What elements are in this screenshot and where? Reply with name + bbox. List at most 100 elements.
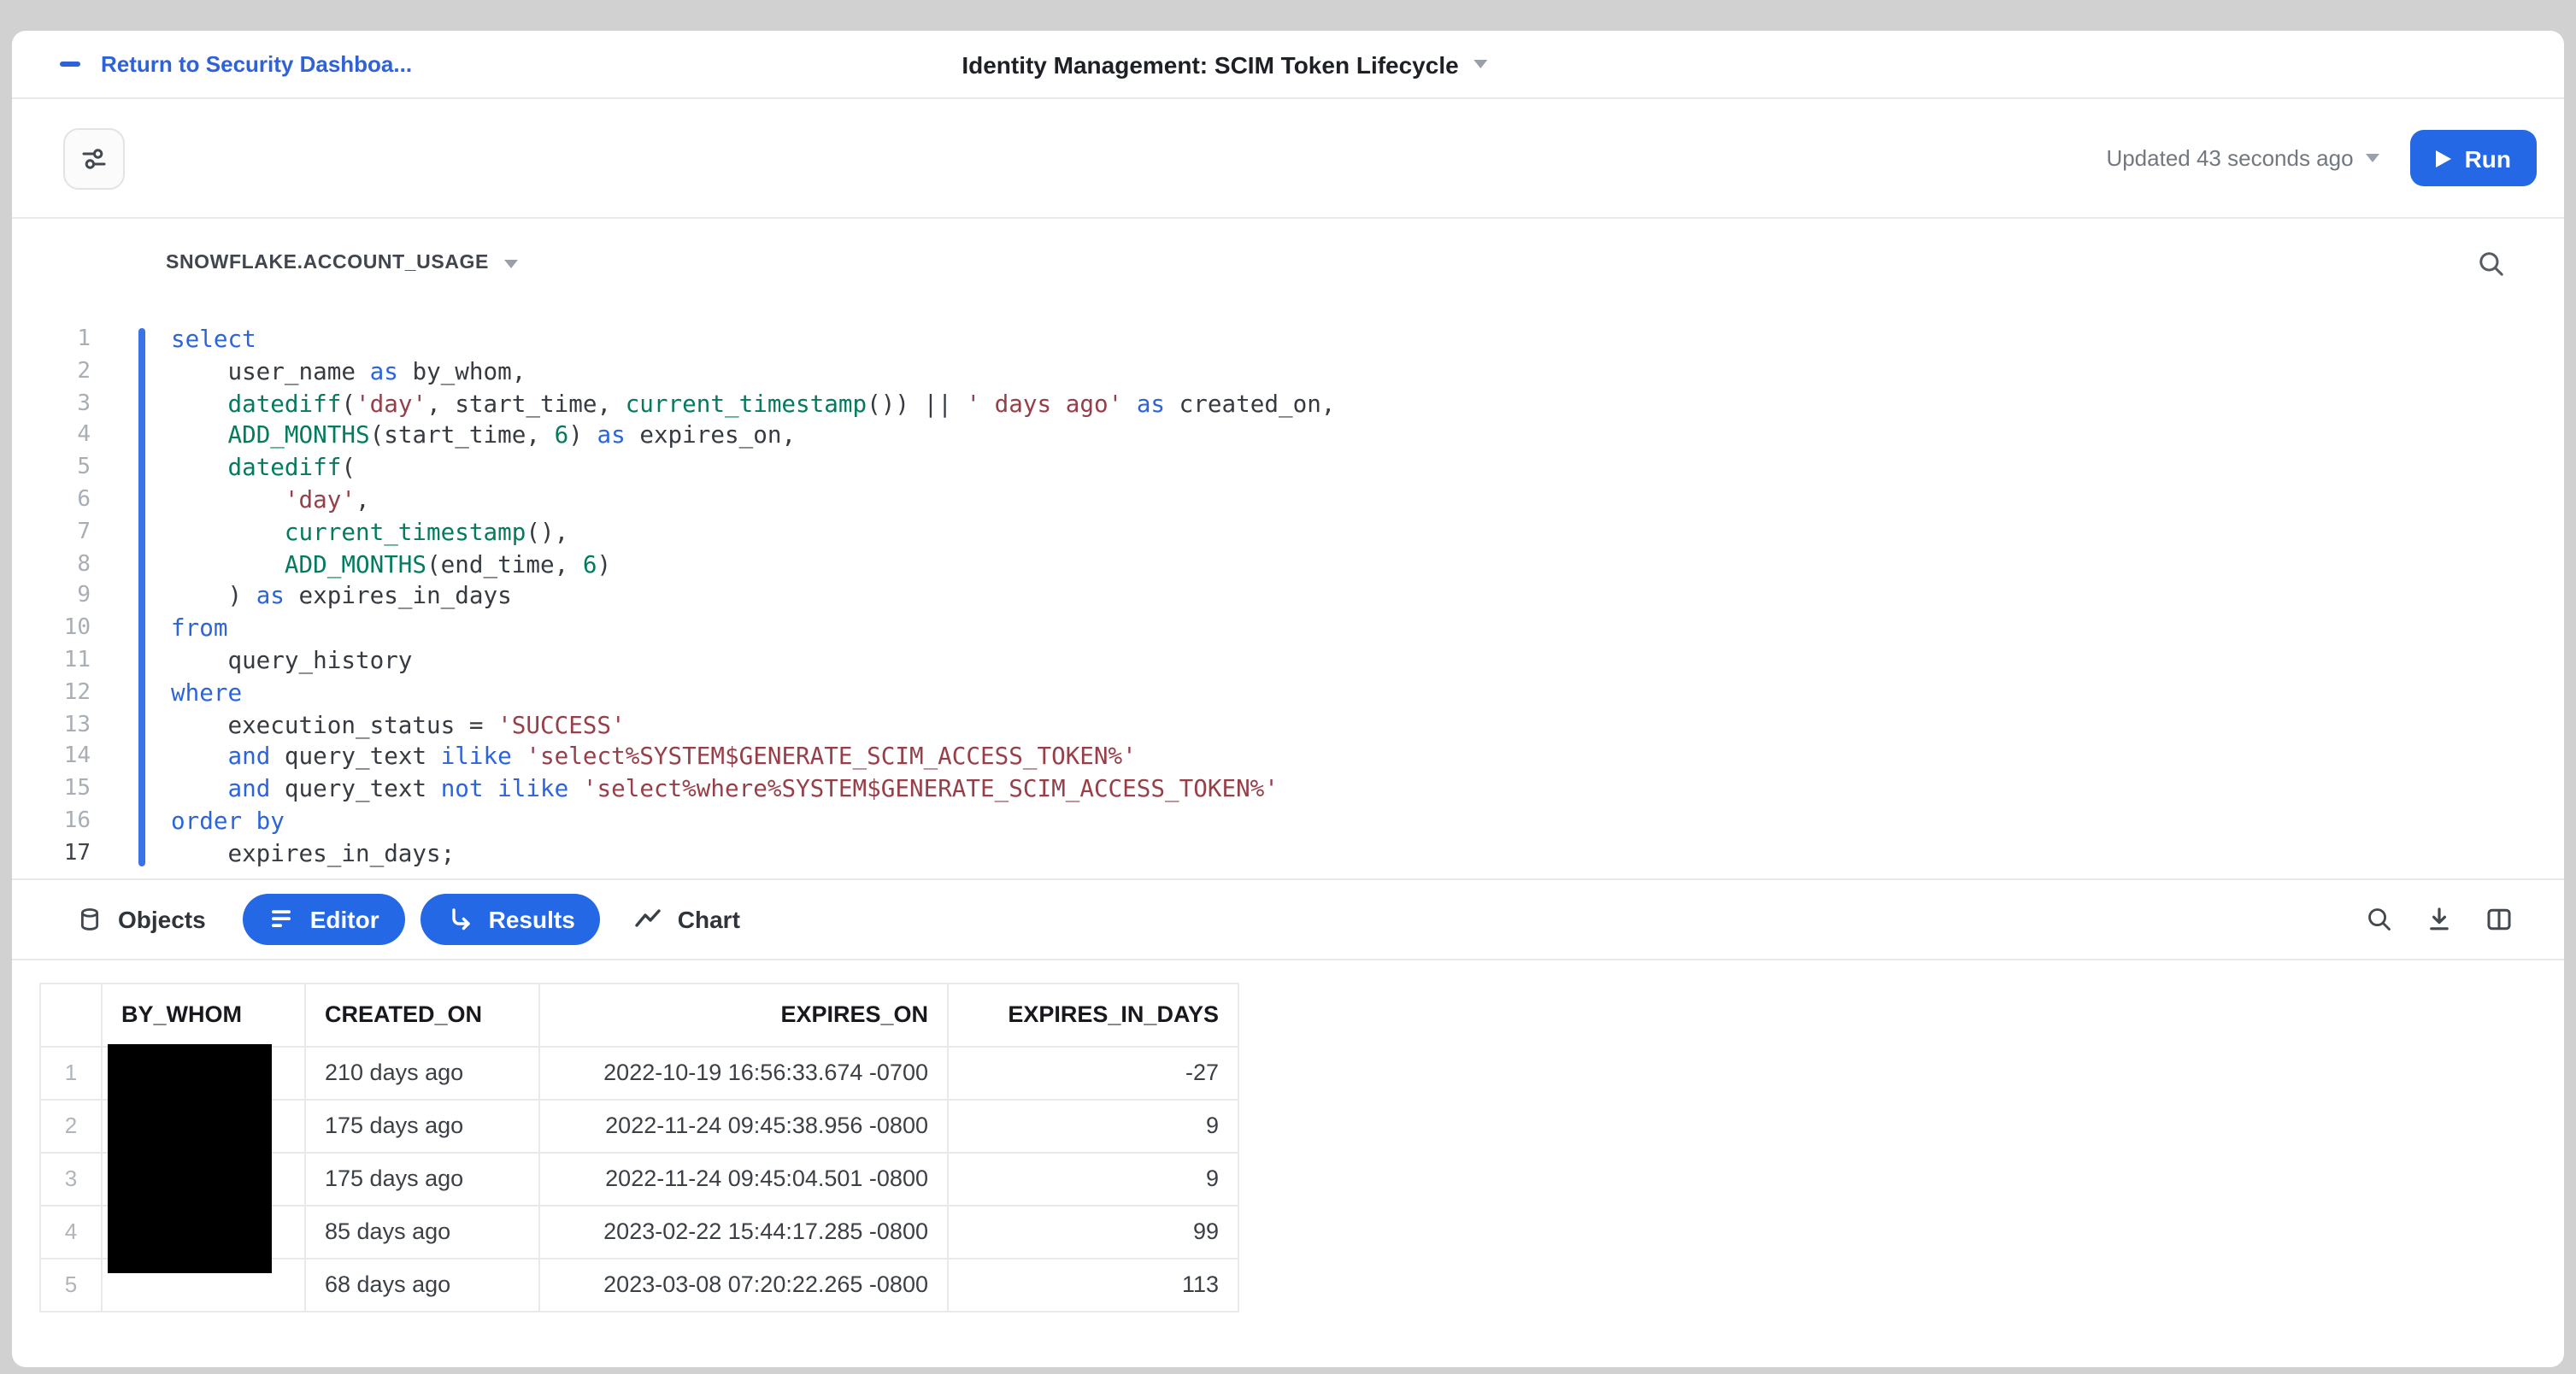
line-number: 1 — [77, 326, 91, 352]
line-number: 6 — [77, 486, 91, 513]
code-line[interactable]: 14 and query_text ilike 'select%SYSTEM$G… — [12, 743, 2564, 775]
line-number: 14 — [63, 743, 91, 770]
back-link-label[interactable]: Return to Security Dashboa... — [101, 51, 412, 77]
code-line[interactable]: 17 expires_in_days; — [12, 839, 2564, 872]
tab-editor-label: Editor — [309, 905, 379, 933]
table-header-row: BY_WHOM CREATED_ON EXPIRES_ON EXPIRES_IN_DA… — [39, 982, 1239, 1048]
code-line[interactable]: 4 ADD_MONTHS(start_time, 6) as expires_o… — [12, 421, 2564, 454]
cell-expires_on: 2022-11-24 09:45:04.501 -0800 — [538, 1151, 949, 1207]
code-line[interactable]: 12 where — [12, 678, 2564, 711]
back-to-dashboard-link[interactable]: Return to Security Dashboa... — [60, 51, 412, 77]
code-line[interactable]: 3 datediff('day', start_time, current_ti… — [12, 389, 2564, 421]
cell-expires_on: 2023-03-08 07:20:22.265 -0800 — [538, 1257, 949, 1312]
search-results-button[interactable] — [2366, 905, 2393, 932]
line-number: 12 — [63, 679, 91, 706]
header-bar: Return to Security Dashboa... Identity M… — [12, 31, 2564, 99]
download-results-button[interactable] — [2426, 905, 2453, 932]
code-text: ADD_MONTHS(end_time, 6) — [284, 551, 612, 579]
code-text: from — [171, 615, 228, 643]
code-line[interactable]: 10 from — [12, 614, 2564, 646]
sql-editor[interactable]: 1 select 2 user_name as by_whom, 3 datediff… — [12, 308, 2564, 871]
code-text: where — [171, 679, 243, 708]
tab-editor[interactable]: Editor — [243, 893, 405, 945]
chevron-down-icon — [1473, 60, 1488, 68]
code-text: ) as expires_in_days — [171, 583, 512, 611]
tab-results[interactable]: Results — [420, 893, 601, 945]
cell-expires_on: 2022-11-24 09:45:38.956 -0800 — [538, 1098, 949, 1154]
code-lines: 1 select 2 user_name as by_whom, 3 datediff… — [12, 325, 2564, 871]
code-line[interactable]: 1 select — [12, 325, 2564, 357]
page: Return to Security Dashboa... Identity M… — [0, 0, 2576, 1374]
column-header-expires_in_days[interactable]: EXPIRES_IN_DAYS — [947, 982, 1239, 1048]
redacted-by-whom-values — [108, 1043, 272, 1273]
cell-n: 3 — [39, 1151, 103, 1207]
worksheet-title-group[interactable]: Identity Management: SCIM Token Lifecycl… — [962, 31, 1488, 97]
tab-objects-label: Objects — [118, 905, 206, 933]
results-table-wrap: BY_WHOM CREATED_ON EXPIRES_ON EXPIRES_IN_DA… — [39, 982, 1239, 1312]
cell-created_on: 175 days ago — [304, 1098, 540, 1154]
cell-expires_in_days: 9 — [947, 1151, 1239, 1207]
column-header-rownum[interactable] — [39, 982, 103, 1048]
code-line[interactable]: 2 user_name as by_whom, — [12, 357, 2564, 390]
code-text: datediff('day', start_time, current_time… — [227, 390, 1336, 419]
editor-search-button[interactable] — [2477, 249, 2506, 278]
line-number: 3 — [77, 390, 91, 417]
tab-chart[interactable]: Chart — [635, 905, 740, 932]
panel-tab-strip: Objects Editor Results Chart — [12, 878, 2564, 960]
chart-line-icon — [636, 909, 662, 927]
line-number: 17 — [63, 840, 91, 866]
line-number: 16 — [63, 807, 91, 834]
code-text: current_timestamp(), — [284, 519, 569, 547]
cell-expires_in_days: 9 — [947, 1098, 1239, 1154]
code-text: and query_text not ilike 'select%where%S… — [227, 776, 1279, 804]
code-text: datediff( — [227, 455, 356, 483]
column-header-by_whom[interactable]: BY_WHOM — [101, 982, 306, 1048]
code-line[interactable]: 15 and query_text not ilike 'select%wher… — [12, 774, 2564, 807]
back-dash-icon — [60, 62, 80, 67]
search-icon — [2368, 907, 2391, 930]
run-button-label: Run — [2464, 144, 2511, 172]
run-button[interactable]: Run — [2409, 130, 2537, 186]
results-arrow-icon — [451, 907, 470, 930]
filters-button[interactable] — [63, 127, 125, 189]
cell-created_on: 68 days ago — [304, 1257, 540, 1312]
context-chevron-icon — [504, 259, 518, 267]
cell-created_on: 85 days ago — [304, 1204, 540, 1260]
code-line[interactable]: 8 ADD_MONTHS(end_time, 6) — [12, 549, 2564, 582]
column-header-created_on[interactable]: CREATED_ON — [304, 982, 540, 1048]
worksheet-card: Return to Security Dashboa... Identity M… — [12, 31, 2564, 1367]
tab-objects[interactable]: Objects — [77, 905, 206, 932]
line-number: 9 — [77, 583, 91, 609]
updated-status: Updated 43 seconds ago — [2106, 145, 2354, 171]
cell-created_on: 175 days ago — [304, 1151, 540, 1207]
split-columns-icon — [2487, 907, 2511, 930]
database-context-selector[interactable]: SNOWFLAKE.ACCOUNT_USAGE — [166, 253, 489, 273]
database-context-row: SNOWFLAKE.ACCOUNT_USAGE — [12, 219, 2564, 308]
line-number: 15 — [63, 776, 91, 802]
search-icon — [2479, 251, 2503, 275]
code-line[interactable]: 5 datediff( — [12, 453, 2564, 485]
code-text: ADD_MONTHS(start_time, 6) as expires_on, — [227, 422, 797, 450]
code-line[interactable]: 7 current_timestamp(), — [12, 518, 2564, 550]
code-line[interactable]: 13 execution_status = 'SUCCESS' — [12, 710, 2564, 743]
toolbar-right: Updated 43 seconds ago Run — [2106, 130, 2537, 186]
code-line[interactable]: 6 'day', — [12, 485, 2564, 518]
updated-chevron-icon[interactable] — [2365, 154, 2379, 162]
code-text: execution_status = 'SUCCESS' — [171, 712, 626, 740]
code-text: user_name as by_whom, — [171, 358, 526, 386]
cell-n: 5 — [39, 1257, 103, 1312]
line-number: 13 — [63, 712, 91, 738]
sliders-icon — [82, 148, 106, 168]
column-header-expires_on[interactable]: EXPIRES_ON — [538, 982, 949, 1048]
code-line[interactable]: 16 order by — [12, 807, 2564, 839]
split-view-button[interactable] — [2485, 905, 2513, 932]
database-icon — [80, 907, 99, 930]
cell-expires_on: 2022-10-19 16:56:33.674 -0700 — [538, 1045, 949, 1101]
cell-n: 2 — [39, 1098, 103, 1154]
code-line[interactable]: 11 query_history — [12, 646, 2564, 678]
code-line[interactable]: 9 ) as expires_in_days — [12, 582, 2564, 614]
download-icon — [2430, 907, 2449, 930]
cell-expires_in_days: 99 — [947, 1204, 1239, 1260]
cell-created_on: 210 days ago — [304, 1045, 540, 1101]
line-number: 2 — [77, 358, 91, 385]
